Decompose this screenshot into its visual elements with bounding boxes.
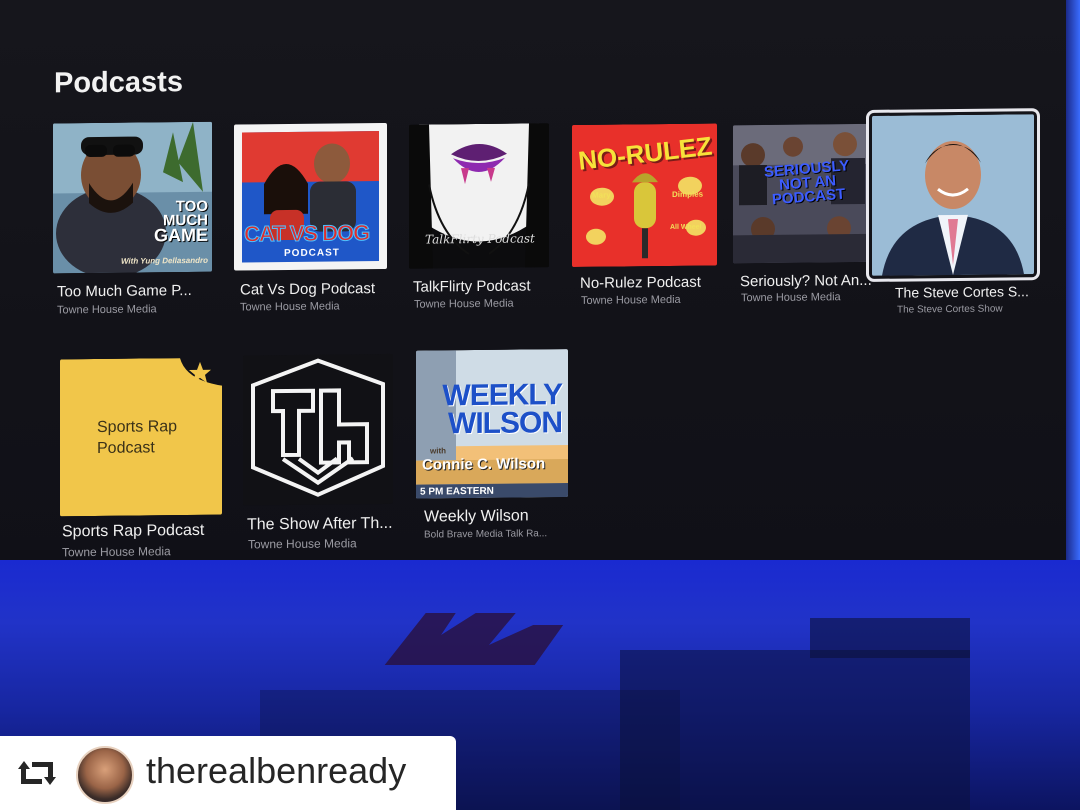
repost-bar: therealbenready: [0, 736, 456, 810]
podcast-title: The Steve Cortes S...: [895, 283, 1029, 301]
art-text: With Yung Dellasandro: [120, 255, 208, 266]
podcast-title: No-Rulez Podcast: [580, 273, 701, 292]
podcast-title: Weekly Wilson: [424, 507, 529, 526]
art-text: PODCAST: [284, 247, 340, 260]
podcast-title: Seriously? Not An...: [740, 271, 872, 291]
podcast-title: TalkFlirty Podcast: [413, 277, 531, 296]
screen-edge-glow: [1066, 0, 1080, 589]
tv-screen: Podcasts TOO MUCH GAME With Yung Dellasa…: [0, 0, 1080, 600]
podcast-title: Too Much Game P...: [57, 281, 192, 301]
art-text: WILSON: [448, 406, 562, 441]
podcast-artwork: SERIOUSLY NOT AN PODCAST: [733, 123, 869, 264]
podcast-publisher: Towne House Media: [62, 544, 171, 560]
art-text: Mary: [592, 190, 611, 200]
podcast-artwork: TOO MUCH GAME With Yung Dellasandro: [53, 121, 212, 274]
podcast-artwork: [866, 108, 1040, 282]
podcast-artwork: NO-RULEZ Mary Dimples All Wheel: [572, 123, 717, 268]
repost-icon[interactable]: [18, 757, 56, 789]
art-text: Podcast: [97, 439, 155, 457]
podcast-title: The Show After Th...: [247, 514, 393, 534]
art-text: CAT VS DOG: [244, 220, 370, 247]
podcast-artwork: TalkFlirty Podcast: [409, 123, 549, 269]
art-text: 5 PM EASTERN: [420, 485, 494, 498]
shelf-shadow: [810, 618, 970, 658]
podcast-publisher: Towne House Media: [248, 536, 357, 552]
podcast-publisher: Towne House Media: [581, 293, 681, 307]
art-text: All Wheel: [670, 223, 702, 231]
podcast-publisher: Towne House Media: [741, 291, 841, 305]
podcast-publisher: Towne House Media: [240, 300, 340, 314]
podcast-publisher: Bold Brave Media Talk Ra...: [424, 528, 548, 541]
art-text: Sports Rap: [97, 418, 178, 436]
art-text: GAME: [154, 224, 208, 246]
podcast-artwork: WEEKLY WILSON with Connie C. Wilson 5 PM…: [416, 349, 568, 499]
podcast-publisher: Towne House Media: [414, 297, 514, 311]
podcast-artwork: Sports Rap Podcast: [60, 358, 222, 517]
podcast-publisher: Towne House Media: [57, 303, 157, 317]
podcast-publisher: The Steve Cortes Show: [897, 303, 1003, 316]
art-text: with: [430, 446, 446, 456]
podcast-artwork: [243, 353, 393, 506]
podcast-title: Sports Rap Podcast: [62, 521, 205, 541]
tsa-logo-icon: [251, 358, 385, 497]
section-title: Podcasts: [54, 66, 183, 100]
art-text: TalkFlirty Podcast: [425, 231, 535, 247]
podcast-artwork: CAT VS DOG PODCAST: [234, 122, 387, 271]
wall-sign-logo: [373, 605, 578, 675]
repost-username[interactable]: therealbenready: [146, 750, 406, 792]
podcast-title: Cat Vs Dog Podcast: [240, 280, 376, 299]
art-text: Dimples: [672, 189, 704, 199]
art-text: Connie C. Wilson: [422, 455, 546, 474]
avatar[interactable]: [76, 746, 134, 804]
